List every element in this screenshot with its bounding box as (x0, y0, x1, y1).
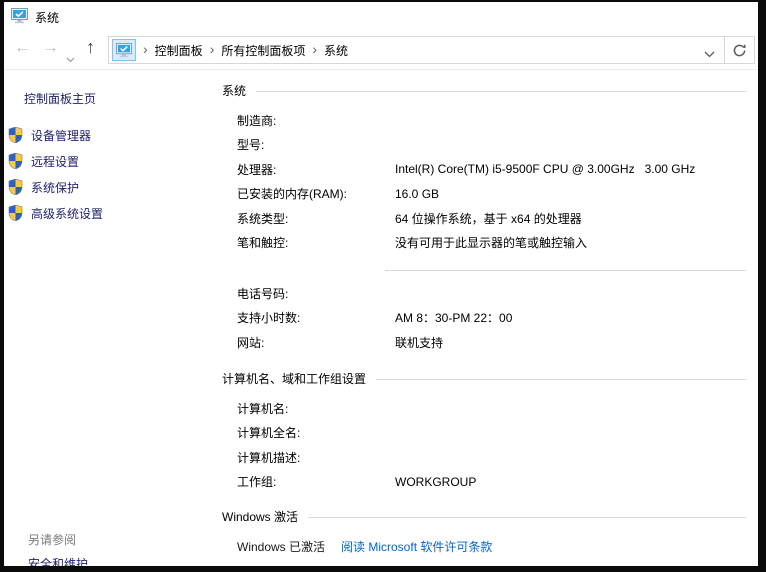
sidebar-task-list: 设备管理器 远程设置 系统保护 高级系统设置 (6, 122, 103, 226)
system-monitor-icon (11, 7, 28, 27)
main-content: 系统 制造商: 型号: 处理器: Intel(R) Core(TM) i5-950… (222, 71, 746, 566)
body-area: 控制面板主页 设备管理器 远程设置 系统保护 高级系统设置 另请参阅 安全和维护… (4, 71, 758, 566)
info-row: 型号: (237, 138, 265, 153)
breadcrumb-chevron-icon[interactable]: › (305, 42, 324, 58)
section-support: 电话号码: 支持小时数: AM 8：30-PM 22：00 网站: 联机支持 (222, 281, 746, 355)
title-bar: 系统 (4, 2, 758, 32)
license-terms-link[interactable]: 阅读 Microsoft 软件许可条款 (341, 538, 492, 555)
uac-shield-icon (8, 127, 24, 143)
support-section-divider (385, 270, 746, 271)
see-also-header: 另请参阅 (28, 533, 77, 547)
breadcrumb-chevron-icon[interactable]: › (203, 42, 222, 58)
back-button[interactable]: ← (14, 38, 31, 55)
section-title: Windows 激活 (222, 510, 299, 524)
refresh-icon (733, 43, 746, 56)
section-title: 系统 (222, 84, 247, 98)
sidebar-item-advanced-system-settings[interactable]: 高级系统设置 (6, 200, 103, 226)
sidebar-item-security-and-maintenance[interactable]: 安全和维护 (28, 555, 88, 566)
section-computer-name: 计算机名、域和工作组设置 计算机名: 计算机全名: 计算机描述: 工作组: WOR… (222, 370, 746, 494)
info-row: 工作组: WORKGROUP (237, 474, 477, 490)
info-row: 支持小时数: AM 8：30-PM 22：00 (237, 311, 513, 326)
info-row: 计算机描述: (237, 450, 301, 465)
section-divider (308, 517, 746, 518)
section-windows-activation: Windows 激活 Windows 已激活 阅读 Microsoft 软件许可… (222, 508, 746, 559)
info-row: 电话号码: (237, 286, 289, 301)
window-title: 系统 (35, 10, 60, 25)
up-button[interactable]: ↑ (86, 38, 95, 56)
forward-button[interactable]: → (42, 38, 59, 55)
activation-status: Windows 已激活 (237, 539, 326, 554)
uac-shield-icon (8, 153, 24, 169)
section-system: 系统 制造商: 型号: 处理器: Intel(R) Core(TM) i5-950… (222, 82, 746, 255)
address-bar[interactable]: › 控制面板 › 所有控制面板项 › 系统 (108, 36, 725, 64)
uac-shield-icon (8, 179, 24, 195)
breadcrumb-system[interactable]: 系统 (324, 42, 348, 59)
info-row: 已安装的内存(RAM): 16.0 GB (237, 186, 440, 202)
uac-shield-icon (8, 205, 24, 221)
info-row: 制造商: (237, 113, 277, 128)
system-window: 系统 ← → ↑ › 控制面板 › 所有控制面板项 › 系统 控制面板主页 设备… (4, 2, 758, 566)
section-title: 计算机名、域和工作组设置 (222, 372, 367, 386)
sidebar-item-label: 高级系统设置 (31, 206, 104, 221)
refresh-button[interactable] (725, 36, 755, 64)
breadcrumb-control-panel[interactable]: 控制面板 (155, 42, 203, 59)
breadcrumb-all-items[interactable]: 所有控制面板项 (221, 42, 305, 59)
section-divider (376, 379, 746, 380)
sidebar-item-label: 设备管理器 (31, 128, 92, 143)
navigation-bar: ← → ↑ › 控制面板 › 所有控制面板项 › 系统 (4, 32, 758, 70)
sidebar-item-control-panel-home[interactable]: 控制面板主页 (24, 90, 96, 107)
info-row: 计算机全名: (237, 426, 301, 441)
sidebar-item-device-manager[interactable]: 设备管理器 (6, 122, 103, 148)
info-row: 计算机名: (237, 401, 289, 416)
address-dropdown-chevron-icon[interactable] (704, 47, 715, 61)
sidebar-item-remote-settings[interactable]: 远程设置 (6, 148, 103, 174)
sidebar-item-label: 系统保护 (31, 180, 80, 195)
history-chevron-icon[interactable] (66, 49, 75, 66)
online-support-link[interactable]: 联机支持 (395, 334, 443, 351)
breadcrumb-chevron-icon[interactable]: › (136, 42, 155, 58)
info-row: 网站: 联机支持 (237, 334, 444, 351)
sidebar-item-label: 远程设置 (31, 154, 80, 169)
sidebar-item-system-protection[interactable]: 系统保护 (6, 174, 103, 200)
info-row: 笔和触控: 没有可用于此显示器的笔或触控输入 (237, 236, 588, 251)
section-divider (256, 91, 746, 92)
info-row: 处理器: Intel(R) Core(TM) i5-9500F CPU @ 3.0… (237, 162, 696, 177)
sidebar: 控制面板主页 设备管理器 远程设置 系统保护 高级系统设置 另请参阅 安全和维护 (4, 71, 219, 566)
info-row: 系统类型: 64 位操作系统，基于 x64 的处理器 (237, 211, 582, 226)
address-location-icon[interactable] (112, 39, 136, 61)
